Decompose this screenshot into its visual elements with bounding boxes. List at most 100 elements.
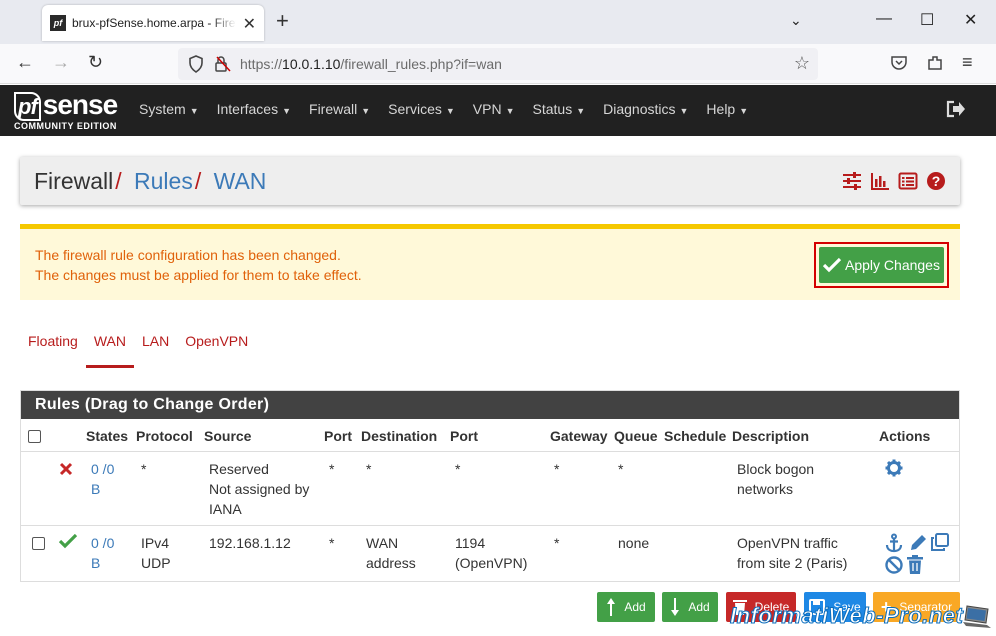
list-icon[interactable] [898,171,918,191]
cell-protocol: * [141,461,147,477]
breadcrumb-rules[interactable]: Rules [134,168,193,194]
config-changed-alert: The firewall rule configuration has been… [20,224,960,300]
interface-tabs: Floating WAN LAN OpenVPN [20,333,256,369]
tab-lan[interactable]: LAN [142,333,169,369]
url-text: https://10.0.1.10/firewall_rules.php?if=… [240,56,502,72]
pfsense-logo[interactable]: pf sense COMMUNITY EDITION [14,91,118,131]
logout-icon[interactable] [946,100,966,118]
breadcrumb-wan[interactable]: WAN [214,168,267,194]
breadcrumb-firewall: Firewall [34,168,114,194]
col-schedule[interactable]: Schedule [664,428,726,444]
maximize-icon[interactable]: ☐ [920,10,934,30]
bookmark-star-icon[interactable]: ☆ [794,53,810,74]
sliders-icon[interactable] [842,171,862,191]
reload-icon[interactable]: ↻ [88,52,103,73]
pfsense-favicon-icon: pf [50,15,66,31]
cell-dest-port: (OpenVPN) [455,555,528,571]
col-protocol[interactable]: Protocol [136,428,193,444]
menu-status[interactable]: Status ▼ [533,101,586,117]
browser-tab[interactable]: pf brux-pfSense.home.arpa - Firewall: Ru… [42,5,264,41]
col-destination[interactable]: Destination [361,428,437,444]
main-menu: System ▼ Interfaces ▼ Firewall ▼ Services ▼ … [139,101,766,117]
help-icon[interactable]: ? [926,171,946,191]
tab-wan[interactable]: WAN [85,333,135,369]
col-actions: Actions [879,428,931,444]
apply-highlight: Apply Changes [814,242,949,288]
gear-icon[interactable] [885,459,903,477]
states-link[interactable]: 0 /0 [91,459,114,479]
row-divider [21,525,959,526]
disable-icon[interactable] [884,555,904,575]
trash-icon[interactable] [906,555,924,575]
tracking-shield-icon[interactable] [188,55,204,73]
menu-system[interactable]: System ▼ [139,101,199,117]
cell-description: networks [737,481,794,497]
cell-queue: none [618,535,650,551]
pfsense-navbar: pf sense COMMUNITY EDITION System ▼ Interf… [0,85,996,136]
pocket-icon[interactable] [890,54,908,72]
menu-interfaces[interactable]: Interfaces ▼ [217,101,291,117]
states-link[interactable]: 0 /0 [91,533,114,553]
cell-source-port: * [329,535,335,551]
col-source[interactable]: Source [204,428,251,444]
col-queue[interactable]: Queue [614,428,658,444]
breadcrumb: Firewall/ Rules/ WAN [34,168,267,194]
watermark: InformatiWeb-Pro.net [729,603,964,629]
menu-firewall[interactable]: Firewall ▼ [309,101,370,117]
cell-source-port: * [329,461,335,477]
back-icon[interactable]: ← [16,52,34,73]
window-close-icon[interactable]: ✕ [964,10,977,30]
minimize-icon[interactable]: — [876,10,892,28]
col-source-port[interactable]: Port [324,428,352,444]
states-b-link[interactable]: B [91,479,100,499]
states-b-link[interactable]: B [91,553,100,573]
tab-list-chevron-icon[interactable]: ⌄ [790,12,802,29]
extensions-icon[interactable] [926,54,944,72]
menu-vpn[interactable]: VPN ▼ [473,101,515,117]
menu-services[interactable]: Services ▼ [388,101,455,117]
add-bottom-button[interactable]: Add [662,592,718,622]
cell-description: OpenVPN traffic [737,535,838,551]
anchor-icon[interactable] [884,533,904,553]
col-dest-port[interactable]: Port [450,428,478,444]
bar-chart-icon[interactable] [870,171,890,191]
menu-help[interactable]: Help ▼ [706,101,748,117]
cell-gateway: * [554,535,560,551]
col-gateway[interactable]: Gateway [550,428,608,444]
arrow-down-icon [671,598,680,616]
copy-icon[interactable] [930,532,950,552]
tab-floating[interactable]: Floating [28,333,78,369]
row-select-checkbox[interactable] [32,537,45,550]
laptop-logo-icon [963,605,991,628]
apply-changes-button[interactable]: Apply Changes [819,247,944,283]
hamburger-menu-icon[interactable]: ≡ [962,52,973,73]
caret-down-icon: ▼ [505,106,515,116]
header-icons: ? [842,171,946,191]
lock-warning-icon[interactable] [214,55,232,73]
col-description[interactable]: Description [732,428,809,444]
rules-panel-title: Rules (Drag to Change Order) [21,391,959,419]
cell-source: 192.168.1.12 [209,535,291,551]
forward-icon[interactable]: → [52,52,70,73]
select-all-checkbox[interactable] [28,430,41,443]
tab-close-icon[interactable]: ✕ [243,14,256,34]
cell-dest-port: 1194 [455,535,486,551]
col-states[interactable]: States [86,428,128,444]
caret-down-icon: ▼ [282,106,292,116]
rules-panel: Rules (Drag to Change Order) States Prot… [20,390,960,582]
cell-protocol: UDP [141,555,171,571]
address-bar[interactable]: https://10.0.1.10/firewall_rules.php?if=… [178,48,818,80]
add-top-button[interactable]: Add [597,592,655,622]
menu-diagnostics[interactable]: Diagnostics ▼ [603,101,688,117]
check-icon [823,257,842,273]
tab-openvpn[interactable]: OpenVPN [185,333,248,369]
cell-source: Reserved [209,461,269,477]
new-tab-icon[interactable]: + [276,10,289,32]
cell-source: IANA [209,501,242,517]
page-header: Firewall/ Rules/ WAN ? [20,157,960,205]
cell-dest-port: * [455,461,461,477]
pass-check-icon [59,534,77,549]
pencil-icon[interactable] [908,533,928,553]
cell-description: Block bogon [737,461,815,477]
caret-down-icon: ▼ [445,106,455,116]
